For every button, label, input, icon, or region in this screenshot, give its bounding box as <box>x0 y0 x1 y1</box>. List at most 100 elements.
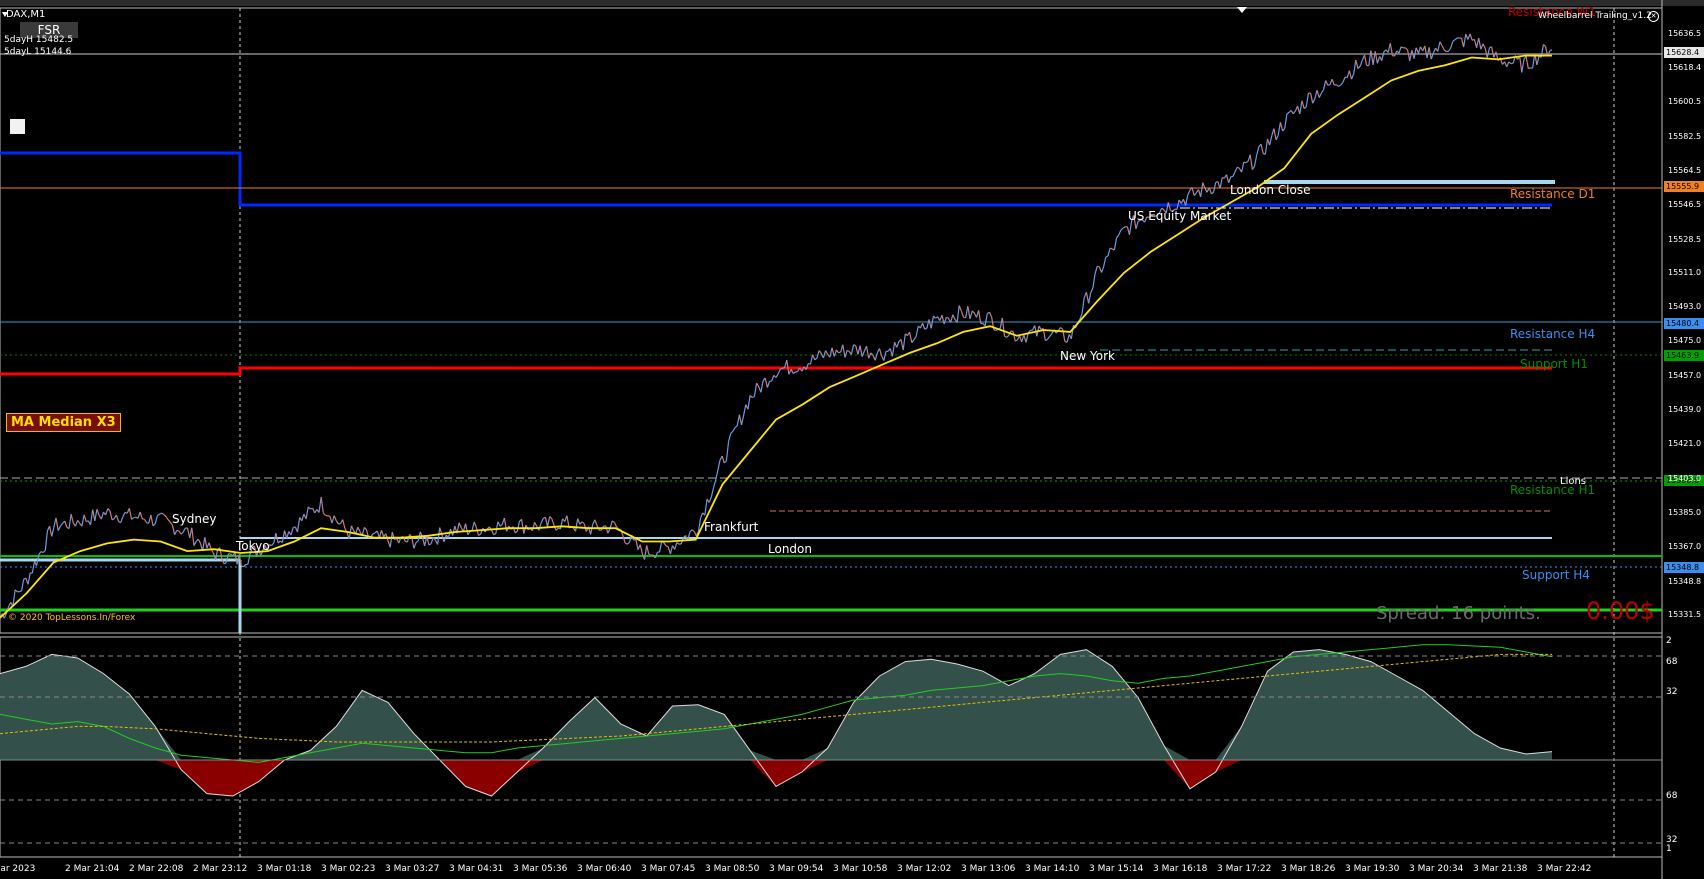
price-segment <box>1549 49 1553 52</box>
close-icon[interactable]: ✕ <box>1648 11 1659 22</box>
price-segment <box>165 516 169 520</box>
time-tick-label: 2 Mar 21:04 <box>65 864 120 874</box>
price-segment <box>157 513 160 517</box>
price-segment <box>174 530 178 535</box>
price-segment <box>1432 47 1437 54</box>
price-tick-label: 15600.5 <box>1668 97 1702 107</box>
price-segment <box>850 344 855 355</box>
price-segment <box>109 510 113 521</box>
price-segment <box>946 316 949 319</box>
price-segment <box>969 310 973 319</box>
price-segment <box>932 315 936 319</box>
price-segment <box>167 519 171 523</box>
time-tick-label: 3 Mar 22:42 <box>1537 864 1592 874</box>
price-segment <box>1398 46 1402 54</box>
price-segment <box>988 311 993 318</box>
session-frankfurt: Frankfurt <box>704 520 759 534</box>
price-segment <box>1303 106 1307 109</box>
price-segment <box>234 552 238 565</box>
price-segment <box>100 512 105 520</box>
oscillator-positive-area <box>0 649 1552 760</box>
price-segment <box>1012 331 1016 342</box>
price-segment <box>215 548 219 560</box>
price-segment <box>749 394 753 399</box>
price-segment <box>1236 166 1240 169</box>
session-new-york: New York <box>1060 349 1115 363</box>
price-segment <box>941 315 945 325</box>
chart-canvas[interactable] <box>0 0 1704 879</box>
collapse-arrow-icon[interactable] <box>1237 7 1247 13</box>
price-segment <box>883 351 887 361</box>
price-segment <box>128 508 133 520</box>
price-segment <box>1202 182 1206 189</box>
price-segment <box>734 425 738 429</box>
price-segment <box>555 527 559 531</box>
price-segment <box>107 508 111 512</box>
price-segment <box>993 328 997 332</box>
price-segment <box>1081 297 1085 314</box>
price-segment <box>1299 100 1303 114</box>
time-tick-label: 3 Mar 21:38 <box>1473 864 1528 874</box>
price-segment <box>1200 182 1204 197</box>
price-badge-h4-sup: 15348.8 <box>1664 562 1704 573</box>
price-segment <box>1528 67 1531 70</box>
price-segment <box>1021 334 1025 343</box>
price-segment <box>21 579 25 591</box>
session-tokyo: Tokyo <box>236 539 270 553</box>
checkbox[interactable] <box>10 119 25 134</box>
price-segment <box>19 590 22 593</box>
price-segment <box>874 352 878 361</box>
price-segment <box>546 516 551 527</box>
price-segment <box>96 509 100 516</box>
time-tick-label: 3 Mar 14:10 <box>1025 864 1080 874</box>
price-segment <box>1536 55 1540 66</box>
price-segment <box>915 325 919 337</box>
price-segment <box>1213 182 1217 193</box>
price-segment <box>1450 41 1454 49</box>
lions-label: Lions <box>1560 476 1587 487</box>
price-segment <box>467 531 471 536</box>
price-segment <box>322 512 326 516</box>
price-segment <box>271 542 275 546</box>
price-segment <box>186 527 191 539</box>
price-segment <box>1355 59 1359 69</box>
price-segment <box>1359 60 1363 67</box>
price-segment <box>613 521 618 528</box>
price-segment <box>320 496 324 514</box>
price-segment <box>307 506 311 510</box>
price-segment <box>493 533 497 536</box>
price-segment <box>1256 146 1260 156</box>
price-segment <box>143 518 148 523</box>
price-segment <box>1193 192 1197 196</box>
price-segment <box>538 523 542 531</box>
spread-label: Spread: 16 points. <box>1376 603 1541 624</box>
price-segment <box>1441 45 1445 51</box>
price-segment <box>70 514 74 524</box>
price-segment <box>171 524 176 535</box>
price-segment <box>1085 292 1090 304</box>
price-segment <box>133 516 136 519</box>
price-segment <box>844 350 848 358</box>
price-segment <box>1094 266 1098 275</box>
time-tick-label: 3 Mar 03:27 <box>385 864 440 874</box>
price-segment <box>1098 266 1103 273</box>
price-tick-label: 15511.0 <box>1668 267 1702 277</box>
price-segment <box>1519 56 1523 73</box>
price-segment <box>490 529 495 535</box>
price-segment <box>1105 255 1109 258</box>
price-segment <box>777 368 781 375</box>
price-segment <box>965 306 969 318</box>
price-segment <box>59 523 63 527</box>
price-segment <box>1327 84 1331 86</box>
session-london: London <box>768 542 812 556</box>
price-segment <box>639 544 643 555</box>
price-segment <box>559 518 564 530</box>
price-segment <box>687 532 691 541</box>
five-day-low: 5dayL 15144.6 <box>4 47 72 57</box>
price-segment <box>643 545 648 560</box>
price-segment <box>1314 90 1318 99</box>
time-tick-label: 3 Mar 20:34 <box>1409 864 1464 874</box>
price-segment <box>540 518 544 524</box>
price-segment <box>700 512 704 519</box>
time-tick-label: 3 Mar 05:36 <box>513 864 568 874</box>
